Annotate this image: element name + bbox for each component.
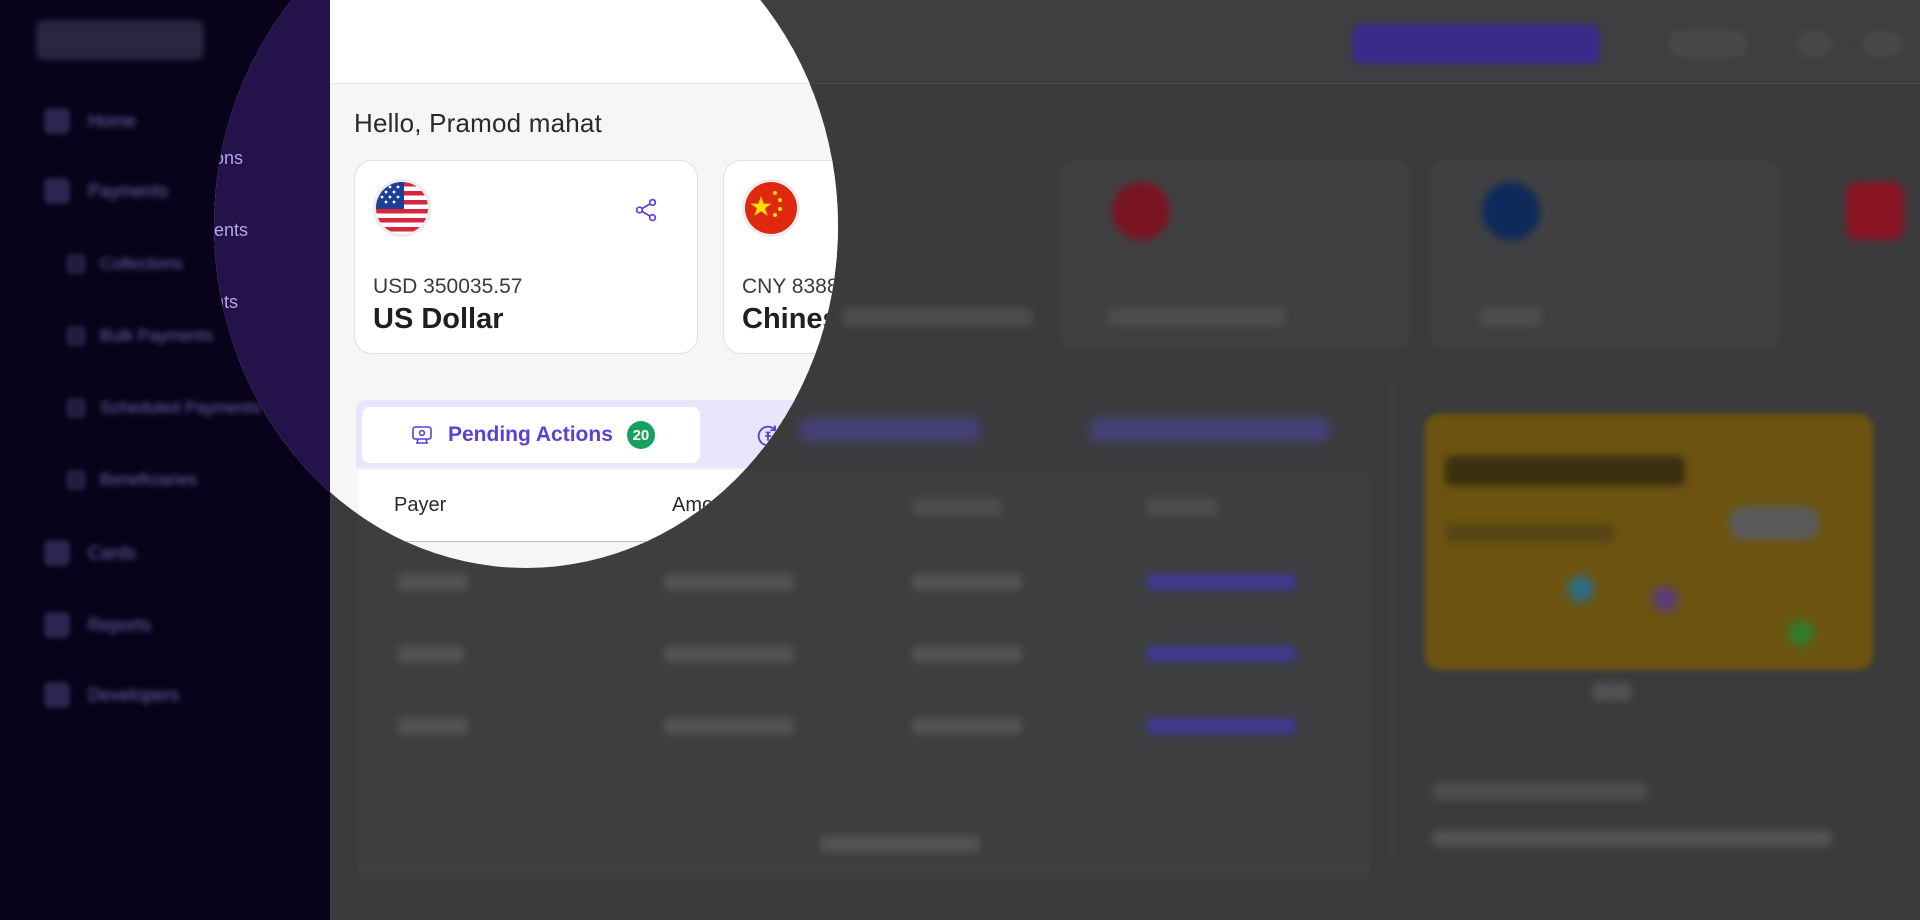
column-header — [912, 498, 1002, 516]
flag-icon — [1482, 182, 1540, 240]
row-action-link[interactable] — [1146, 574, 1296, 590]
sidebar-item-label: Reports — [88, 614, 152, 635]
promo-text — [1445, 524, 1615, 542]
sidebar-item-label-hidden: Collections — [100, 254, 184, 273]
section-title — [1432, 782, 1648, 800]
share-icon[interactable] — [633, 197, 659, 223]
sidebar-item-label-hidden: Bulk Payments — [100, 326, 214, 345]
currency-name: US Dollar — [373, 303, 504, 335]
magnifier-lens: ons ents nts Hello, Pramod mahat USD 350… — [214, 0, 838, 568]
payments-icon — [44, 178, 70, 204]
currency-name: Chines — [742, 303, 838, 335]
home-icon — [44, 108, 70, 134]
sidebar-item-scheduled-payments-label[interactable]: nts — [214, 292, 238, 313]
divider — [358, 866, 1370, 868]
top-action-button[interactable] — [1352, 24, 1600, 64]
sidebar-item-collections-label[interactable]: ons — [214, 148, 243, 169]
promo-button[interactable] — [1728, 506, 1820, 540]
table-row — [912, 574, 1022, 590]
carousel-dots[interactable] — [1592, 684, 1632, 700]
tab-label: Pending Actions — [448, 423, 613, 446]
currency-name — [1480, 308, 1542, 326]
reports-icon — [44, 612, 70, 638]
column-header-payer[interactable]: Payer — [394, 494, 446, 517]
table-row — [912, 646, 1022, 662]
sidebar-item-beneficiaries[interactable]: Beneficiaries — [66, 470, 197, 490]
sidebar-item-developers[interactable]: Developers — [44, 682, 179, 708]
table-row — [664, 574, 794, 590]
app-logo — [36, 20, 204, 60]
table-row — [912, 718, 1022, 734]
developers-icon — [44, 682, 70, 708]
sidebar-item-label: Developers — [88, 684, 180, 705]
exchange-icon[interactable] — [754, 422, 782, 450]
table-row — [664, 646, 794, 662]
top-bar-magnified — [330, 0, 838, 84]
divider — [1390, 380, 1392, 860]
promo-illustration — [1652, 586, 1678, 612]
avatar[interactable] — [1862, 30, 1902, 58]
top-link[interactable] — [1668, 30, 1748, 58]
china-flag-icon — [742, 179, 800, 237]
currency-balance: CNY 8388 — [742, 275, 838, 298]
table-row — [398, 646, 464, 662]
flag-icon — [1846, 182, 1904, 240]
sidebar-item-bulk-payments[interactable]: Bulk Payments — [66, 326, 213, 346]
flag-icon — [1112, 182, 1170, 240]
column-header — [1146, 498, 1218, 516]
promo-title — [1445, 456, 1685, 486]
currency-card-usd[interactable]: USD 350035.57 US Dollar — [354, 160, 698, 354]
sidebar-item-label: Payments — [88, 180, 169, 201]
currency-card-cny[interactable]: CNY 8388 Chines — [723, 160, 838, 354]
sidebar-item-home[interactable]: Home — [44, 108, 136, 134]
greeting: Hello, Pramod mahat — [354, 108, 603, 138]
row-action-link[interactable] — [1146, 718, 1296, 734]
us-flag-icon — [373, 179, 431, 237]
sidebar-item-payments[interactable]: Payments — [44, 178, 168, 204]
sidebar-item-collections[interactable]: Collections — [66, 254, 183, 274]
pending-count-badge: 20 — [626, 421, 655, 449]
sidebar-item-label-hidden: Beneficiaries — [100, 470, 198, 489]
column-header-amount[interactable]: Amo — [672, 494, 713, 517]
bulk-payments-icon — [66, 326, 86, 346]
sidebar-magnified: ons ents nts — [214, 0, 330, 568]
tab[interactable] — [1090, 418, 1330, 442]
scheduled-payments-icon — [66, 398, 86, 418]
promo-illustration — [1568, 576, 1594, 602]
cards-icon — [44, 540, 70, 566]
currency-name — [1108, 308, 1286, 326]
collections-icon — [66, 254, 86, 274]
promo-illustration — [1788, 620, 1814, 646]
row-action-link[interactable] — [1146, 646, 1296, 662]
sidebar-item-label: Cards — [88, 542, 137, 563]
sidebar-item-label: Home — [88, 110, 137, 131]
review-icon — [410, 423, 434, 447]
notification-icon[interactable] — [1796, 30, 1832, 58]
magnified-region: ons ents nts Hello, Pramod mahat USD 350… — [214, 0, 838, 568]
table-header: Payer Amo — [358, 470, 838, 542]
section-text — [1432, 830, 1832, 846]
table-row — [664, 718, 794, 734]
table-row — [398, 574, 468, 590]
sidebar-item-cards[interactable]: Cards — [44, 540, 136, 566]
currency-balance: USD 350035.57 — [373, 275, 523, 298]
currency-name — [842, 308, 1032, 326]
sidebar-item-bulk-payments-label[interactable]: ents — [214, 220, 248, 241]
table-row — [398, 718, 468, 734]
beneficiaries-icon — [66, 470, 86, 490]
pagination[interactable] — [820, 836, 980, 852]
sidebar-item-reports[interactable]: Reports — [44, 612, 151, 638]
tab-pending-actions[interactable]: Pending Actions 20 — [362, 407, 700, 463]
